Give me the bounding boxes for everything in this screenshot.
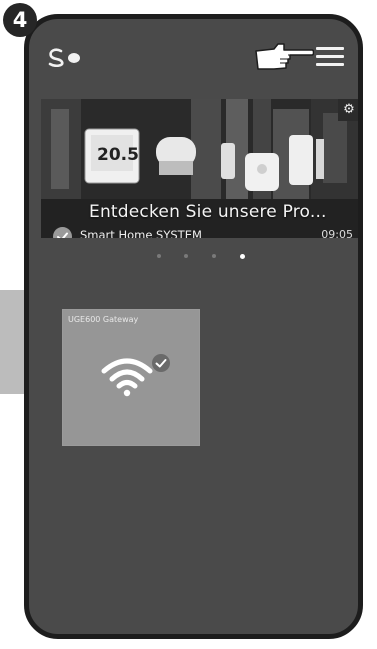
device-name: UGE600 Gateway — [68, 315, 139, 324]
gear-icon[interactable]: ⚙ — [338, 99, 358, 121]
salus-logo-icon — [48, 48, 80, 67]
step-number-badge: 4 — [3, 3, 37, 37]
tutorial-illustration: 4 20.5 ⚙ Entdecken Sie unsere Pro... Sma… — [0, 0, 377, 649]
check-circle-icon — [53, 227, 72, 238]
pager-dot[interactable] — [157, 254, 161, 258]
carousel-pager — [29, 253, 358, 264]
promo-banner[interactable]: 20.5 ⚙ Entdecken Sie unsere Pro... Smart… — [41, 99, 358, 238]
pager-dot-active[interactable] — [240, 253, 245, 259]
phone-screen: 20.5 ⚙ Entdecken Sie unsere Pro... Smart… — [24, 14, 363, 639]
app-header — [29, 19, 358, 99]
hamburger-menu-icon[interactable] — [316, 45, 344, 69]
thermostat-display: 20.5 — [97, 145, 139, 165]
banner-time: 09:05 — [321, 228, 353, 238]
banner-headline: Entdecken Sie unsere Pro... — [89, 202, 327, 222]
pager-dot[interactable] — [184, 254, 188, 258]
check-circle-icon — [152, 354, 170, 372]
pointing-hand-icon — [255, 43, 314, 70]
banner-subtitle: Smart Home SYSTEM — [80, 228, 202, 238]
device-tile-gateway[interactable]: UGE600 Gateway — [62, 309, 200, 446]
pager-dot[interactable] — [212, 254, 216, 258]
wifi-icon — [101, 358, 153, 397]
